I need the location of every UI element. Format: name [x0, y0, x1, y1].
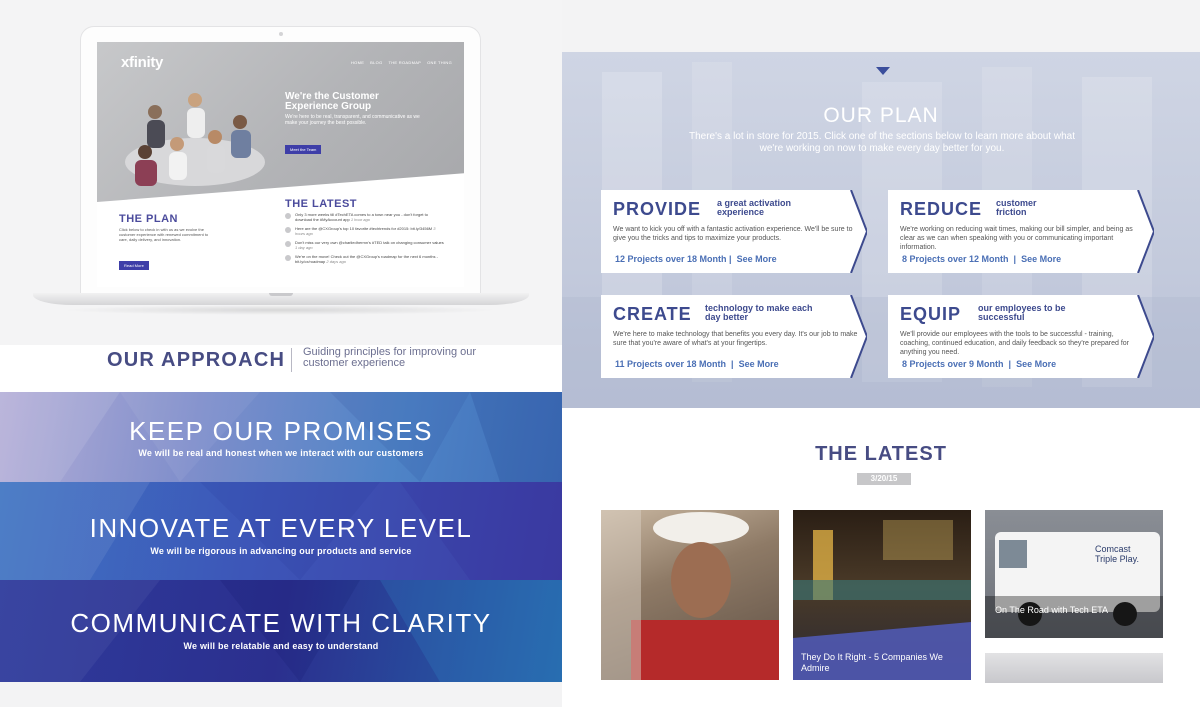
plan-card-provide[interactable]: PROVIDE a great activation experience We… [601, 190, 867, 273]
meet-team-button[interactable]: Meet the Team [285, 145, 322, 154]
camera-dot [279, 32, 283, 36]
see-more-link[interactable]: See More [739, 359, 779, 369]
portfolio-composite: xfinity HOME BLOG THE ROADMAP ONE THING … [0, 0, 1200, 707]
principle-subtitle: We will be real and honest when we inter… [138, 448, 424, 458]
comcast-van-photo [985, 532, 1163, 638]
principle-subtitle: We will be relatable and easy to underst… [183, 641, 379, 651]
principle-title: KEEP OUR PROMISES [129, 416, 433, 446]
card-footer: 8 Projects over 12 Month | See More [902, 254, 1062, 264]
approach-subtitle: Guiding principles for improving our cus… [303, 346, 477, 369]
card-title: REDUCE [900, 199, 983, 219]
card-tagline: customer friction [996, 198, 1037, 217]
laptop-mockup: xfinity HOME BLOG THE ROADMAP ONE THING … [0, 0, 562, 345]
item-text: We're on the move! Check out the @CXGrou… [295, 254, 438, 264]
tile-caption[interactable]: They Do It Right - 5 Companies We Admire [801, 652, 961, 674]
divider [291, 348, 292, 372]
page-gutter [0, 682, 562, 707]
principle-title: COMMUNICATE WITH CLARITY [70, 608, 492, 638]
nav-one-thing[interactable]: ONE THING [427, 60, 452, 65]
card-title: CREATE [613, 304, 692, 324]
principle-innovate[interactable]: INNOVATE AT EVERY LEVEL We will be rigor… [0, 482, 562, 580]
item-text: Don't miss our very own @charliedhermn's… [295, 240, 444, 245]
mockup-hero-title: We're the Customer Experience Group [285, 91, 379, 112]
item-time: 2 days ago [326, 259, 346, 264]
laptop-base [33, 293, 529, 305]
plan-title: OUR PLAN [823, 104, 939, 127]
avatar [285, 213, 291, 219]
article-tile-partial[interactable] [985, 653, 1163, 683]
nav-roadmap[interactable]: THE ROADMAP [389, 60, 422, 65]
nav-home[interactable]: HOME [351, 60, 364, 65]
see-more-link[interactable]: See More [737, 254, 777, 264]
latest-title: THE LATEST [815, 443, 947, 465]
tile-caption[interactable]: On The Road with Tech ETA [995, 605, 1108, 616]
van-text: Comcast Triple Play. [1095, 544, 1140, 564]
avatar [285, 255, 291, 261]
plan-card-create[interactable]: CREATE technology to make each day bette… [601, 295, 867, 378]
principle-communicate[interactable]: COMMUNICATE WITH CLARITY We will be rela… [0, 580, 562, 682]
base-notch [269, 293, 293, 296]
plan-card-reduce[interactable]: REDUCE customer friction We're working o… [888, 190, 1154, 273]
xfinity-logo[interactable]: xfinity [121, 54, 163, 71]
see-more-link[interactable]: See More [1021, 254, 1061, 264]
principle-subtitle: We will be rigorous in advancing our pro… [150, 546, 412, 556]
list-item[interactable]: Don't miss our very own @charliedhermn's… [285, 240, 445, 250]
our-plan-section: OUR PLAN There's a lot in store for 2015… [562, 52, 1200, 408]
avatar [285, 227, 291, 233]
mockup-latest-title: THE LATEST [285, 198, 358, 210]
approach-header: OUR APPROACH Guiding principles for impr… [0, 345, 562, 392]
article-tile-companies[interactable]: They Do It Right - 5 Companies We Admire [793, 510, 971, 680]
mockup-plan-text: Click below to check in with us as we ev… [119, 227, 209, 242]
item-text: Here are the @CXGroup's top 10 favorite … [295, 226, 433, 231]
approach-title: OUR APPROACH [107, 349, 286, 371]
item-time: 1 day ago [295, 245, 313, 250]
card-footer: 12 Projects over 18 Month | See More [615, 254, 777, 264]
laptop-shadow [60, 305, 500, 315]
plan-intro: There's a lot in store for 2015. Click o… [688, 131, 1075, 154]
principle-keep-promises[interactable]: KEEP OUR PROMISES We will be real and ho… [0, 392, 562, 482]
meeting-people-illustration [125, 93, 265, 186]
card-title: PROVIDE [613, 199, 702, 219]
mockup-nav: HOME BLOG THE ROADMAP ONE THING [351, 60, 452, 65]
card-tagline: technology to make each day better [705, 303, 813, 322]
card-description: We'll provide our employees with the too… [900, 331, 1129, 356]
date-badge: 3/20/15 [857, 473, 911, 485]
article-tile-technician[interactable] [601, 510, 779, 680]
list-item[interactable]: We're on the move! Check out the @CXGrou… [285, 254, 445, 264]
projects-count: 8 Projects over 12 Month [902, 254, 1009, 264]
list-item[interactable]: Only 3 more weeks till #TechETA comes to… [285, 212, 445, 222]
card-footer: 11 Projects over 18 Month | See More [615, 359, 779, 369]
projects-count: 12 Projects over 18 Month [615, 254, 727, 264]
list-item[interactable]: Here are the @CXGroup's top 10 favorite … [285, 226, 445, 236]
card-footer: 8 Projects over 9 Month | See More [902, 359, 1057, 369]
card-description: We want to kick you off with a fantastic… [613, 226, 853, 242]
mockup-plan-title: THE PLAN [119, 213, 178, 225]
hero-image: xfinity HOME BLOG THE ROADMAP ONE THING … [97, 42, 464, 202]
article-tile-tech-eta[interactable]: Comcast Triple Play. On The Road with Te… [985, 510, 1163, 638]
card-title: EQUIP [900, 304, 962, 324]
card-description: We're working on reducing wait times, ma… [900, 226, 1133, 251]
card-tagline: our employees to be successful [978, 303, 1066, 322]
see-more-link[interactable]: See More [1016, 359, 1056, 369]
card-tagline: a great activation experience [717, 198, 792, 217]
projects-count: 11 Projects over 18 Month [615, 359, 727, 369]
avatar [285, 241, 291, 247]
projects-count: 8 Projects over 9 Month [902, 359, 1004, 369]
principle-title: INNOVATE AT EVERY LEVEL [89, 513, 473, 543]
card-description: We're here to make technology that benef… [613, 331, 858, 347]
mockup-latest-list: Only 3 more weeks till #TechETA comes to… [285, 212, 445, 268]
latest-section: THE LATEST 3/20/15 They Do It Right - 5 … [562, 408, 1200, 707]
nav-blog[interactable]: BLOG [370, 60, 382, 65]
laptop-lid: xfinity HOME BLOG THE ROADMAP ONE THING … [80, 26, 481, 294]
item-time: 1 hour ago [350, 217, 370, 222]
chevron-down-icon[interactable] [876, 67, 890, 75]
laptop-screen: xfinity HOME BLOG THE ROADMAP ONE THING … [97, 42, 464, 287]
mockup-hero-text: We're here to be real, transparent, and … [285, 114, 420, 126]
plan-card-equip[interactable]: EQUIP our employees to be successful We'… [888, 295, 1154, 378]
read-more-button[interactable]: Read More [119, 261, 149, 270]
technician-photo [601, 510, 779, 680]
